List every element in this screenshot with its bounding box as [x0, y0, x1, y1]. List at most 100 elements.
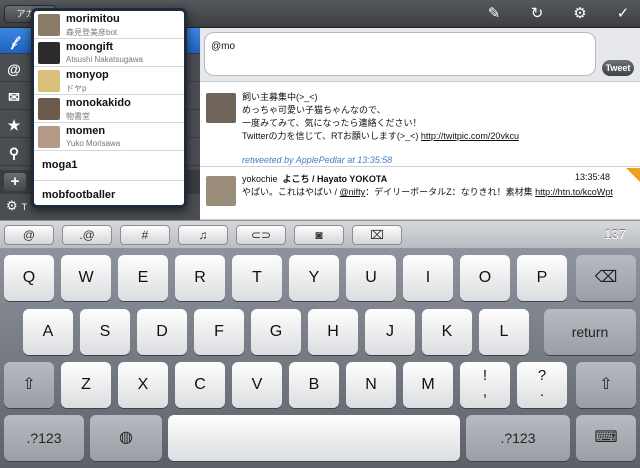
done-check-icon[interactable]: ✓: [613, 4, 633, 24]
suggestion-item[interactable]: monokakido 物書堂: [34, 95, 184, 123]
suggestion-item[interactable]: morimitou 森見登美彦bot: [34, 11, 184, 39]
avatar: [38, 42, 60, 64]
return-key[interactable]: return: [544, 309, 636, 355]
key-s[interactable]: S: [80, 309, 130, 355]
gear-icon[interactable]: ⚙: [570, 4, 590, 24]
globe-icon[interactable]: ◍: [90, 415, 162, 461]
suggestion-subtitle: 森見登美彦bot: [66, 28, 118, 37]
key-f[interactable]: F: [194, 309, 244, 355]
sidebar-row-icon: 𝒻: [10, 33, 18, 49]
suggestion-name: mobfootballer: [42, 189, 116, 201]
key-l[interactable]: L: [479, 309, 529, 355]
suggestion-item[interactable]: mobfootballer: [34, 181, 184, 205]
tweet-text-line: めっちゃ可愛い子猫ちゃんなので、: [242, 105, 386, 115]
compose-area: Tweet: [200, 28, 640, 82]
suggestion-subtitle: ドヤp: [66, 84, 87, 93]
dot-at-shortcut-button[interactable]: .@: [62, 225, 112, 245]
space-key[interactable]: [168, 415, 460, 461]
link-shortcut-button[interactable]: ⊂⊃: [236, 225, 286, 245]
key-r[interactable]: R: [175, 255, 225, 301]
key-g[interactable]: G: [251, 309, 301, 355]
key-m[interactable]: M: [403, 362, 453, 408]
char-count: 137: [604, 227, 626, 242]
camera-shortcut-button[interactable]: ◙: [294, 225, 344, 245]
tweet-mention[interactable]: @nifty: [340, 187, 366, 197]
tweet-text: ：デイリーポータルZ：なりきれ！素材集: [365, 187, 536, 197]
tweet-fullname: よこち / Hayato YOKOTA: [282, 174, 388, 184]
key-c[interactable]: C: [175, 362, 225, 408]
key-a[interactable]: A: [23, 309, 73, 355]
trash-shortcut-button[interactable]: ⌧: [352, 225, 402, 245]
key-d[interactable]: D: [137, 309, 187, 355]
key-k[interactable]: K: [422, 309, 472, 355]
key-b[interactable]: B: [289, 362, 339, 408]
tweet-timestamp: 13:35:48: [574, 172, 610, 182]
suggestion-item[interactable]: moga1: [34, 151, 184, 181]
tweet-link[interactable]: http://twitpic.com/20vkcu: [421, 131, 519, 141]
tweet-link[interactable]: http://htn.to/kcoWpt: [535, 187, 613, 197]
tweet-text-line: 飼い主募集中(>_<): [242, 92, 318, 102]
keyboard: Q W E R T Y U I O P ⌫ A S D F G H J K Lreturn ⇧ Z X C V B N M!,?. ⇧.…: [0, 248, 640, 468]
sidebar-row-icon: @: [7, 61, 21, 77]
exclam-comma-key-upper: !: [482, 367, 488, 384]
key-w[interactable]: W: [61, 255, 111, 301]
key-e[interactable]: E: [118, 255, 168, 301]
suggestion-subtitle: Atsushi Nakatsugawa: [66, 55, 143, 64]
key-h[interactable]: H: [308, 309, 358, 355]
tweet-text-line: Twitterの力を信じて、RTお願いします(>_<): [242, 131, 421, 141]
tweet-username[interactable]: yokochie: [242, 174, 278, 184]
add-button[interactable]: +: [4, 173, 26, 191]
sidebar-row-icon: ✉: [8, 89, 20, 105]
key-n[interactable]: N: [346, 362, 396, 408]
hide-keyboard-icon[interactable]: ⌨: [576, 415, 636, 461]
suggestion-item[interactable]: moongift Atsushi Nakatsugawa: [34, 39, 184, 67]
sidebar-settings[interactable]: ⚙ T: [6, 198, 27, 214]
tweet-button[interactable]: Tweet: [602, 60, 634, 76]
shift-left-key[interactable]: ⇧: [4, 362, 54, 408]
refresh-icon[interactable]: ↻: [527, 4, 547, 24]
tweet-row[interactable]: 飼い主募集中(>_<) めっちゃ可愛い子猫ちゃんなので、 一度みてみて、気になっ…: [200, 83, 640, 167]
key-x[interactable]: X: [118, 362, 168, 408]
sidebar-row-icon: ★: [7, 117, 21, 133]
question-period-key-upper: ?: [537, 367, 547, 384]
avatar: [38, 70, 60, 92]
mention-suggestions: morimitou 森見登美彦bot moongift Atsushi Nakatsu…: [31, 8, 187, 208]
suggestion-item[interactable]: momen Yuko Morisawa: [34, 123, 184, 151]
key-t[interactable]: T: [232, 255, 282, 301]
tweet-row[interactable]: yokochie よこち / Hayato YOKOTA 13:35:48 やば…: [200, 168, 640, 220]
numbers-right-key[interactable]: .?123: [466, 415, 570, 461]
key-i[interactable]: I: [403, 255, 453, 301]
key-u[interactable]: U: [346, 255, 396, 301]
exclam-comma-key[interactable]: !,: [460, 362, 510, 408]
tweet-input[interactable]: [204, 32, 596, 76]
question-period-key[interactable]: ?.: [517, 362, 567, 408]
key-v[interactable]: V: [232, 362, 282, 408]
key-q[interactable]: Q: [4, 255, 54, 301]
avatar[interactable]: [206, 93, 236, 123]
suggestion-name: moongift: [66, 41, 114, 53]
main-toolbar: ✎ ↻ ⚙ ✓: [200, 0, 640, 28]
suggestion-name: monokakido: [66, 97, 131, 109]
numbers-left-key[interactable]: .?123: [4, 415, 84, 461]
suggestion-name: moga1: [42, 159, 78, 171]
music-shortcut-button[interactable]: ♫: [178, 225, 228, 245]
tweet-text-line: 一度みてみて、気になったら連絡ください！: [242, 118, 422, 128]
compose-icon[interactable]: ✎: [484, 4, 504, 24]
tweet-text: やばい。これはやばい /: [242, 187, 340, 197]
key-j[interactable]: J: [365, 309, 415, 355]
avatar[interactable]: [206, 176, 236, 206]
hashtag-shortcut-button[interactable]: #: [120, 225, 170, 245]
backspace-key[interactable]: ⌫: [576, 255, 636, 301]
gear-icon: ⚙: [6, 198, 18, 213]
sidebar-row-icon: ⚲: [8, 145, 20, 161]
exclam-comma-key-lower: ,: [482, 383, 488, 400]
key-z[interactable]: Z: [61, 362, 111, 408]
unread-flag: [626, 168, 640, 182]
suggestion-item[interactable]: monyop ドヤp: [34, 67, 184, 95]
suggestion-name: momen: [66, 125, 106, 137]
at-shortcut-button[interactable]: @: [4, 225, 54, 245]
key-p[interactable]: P: [517, 255, 567, 301]
shift-right-key[interactable]: ⇧: [576, 362, 636, 408]
key-o[interactable]: O: [460, 255, 510, 301]
key-y[interactable]: Y: [289, 255, 339, 301]
